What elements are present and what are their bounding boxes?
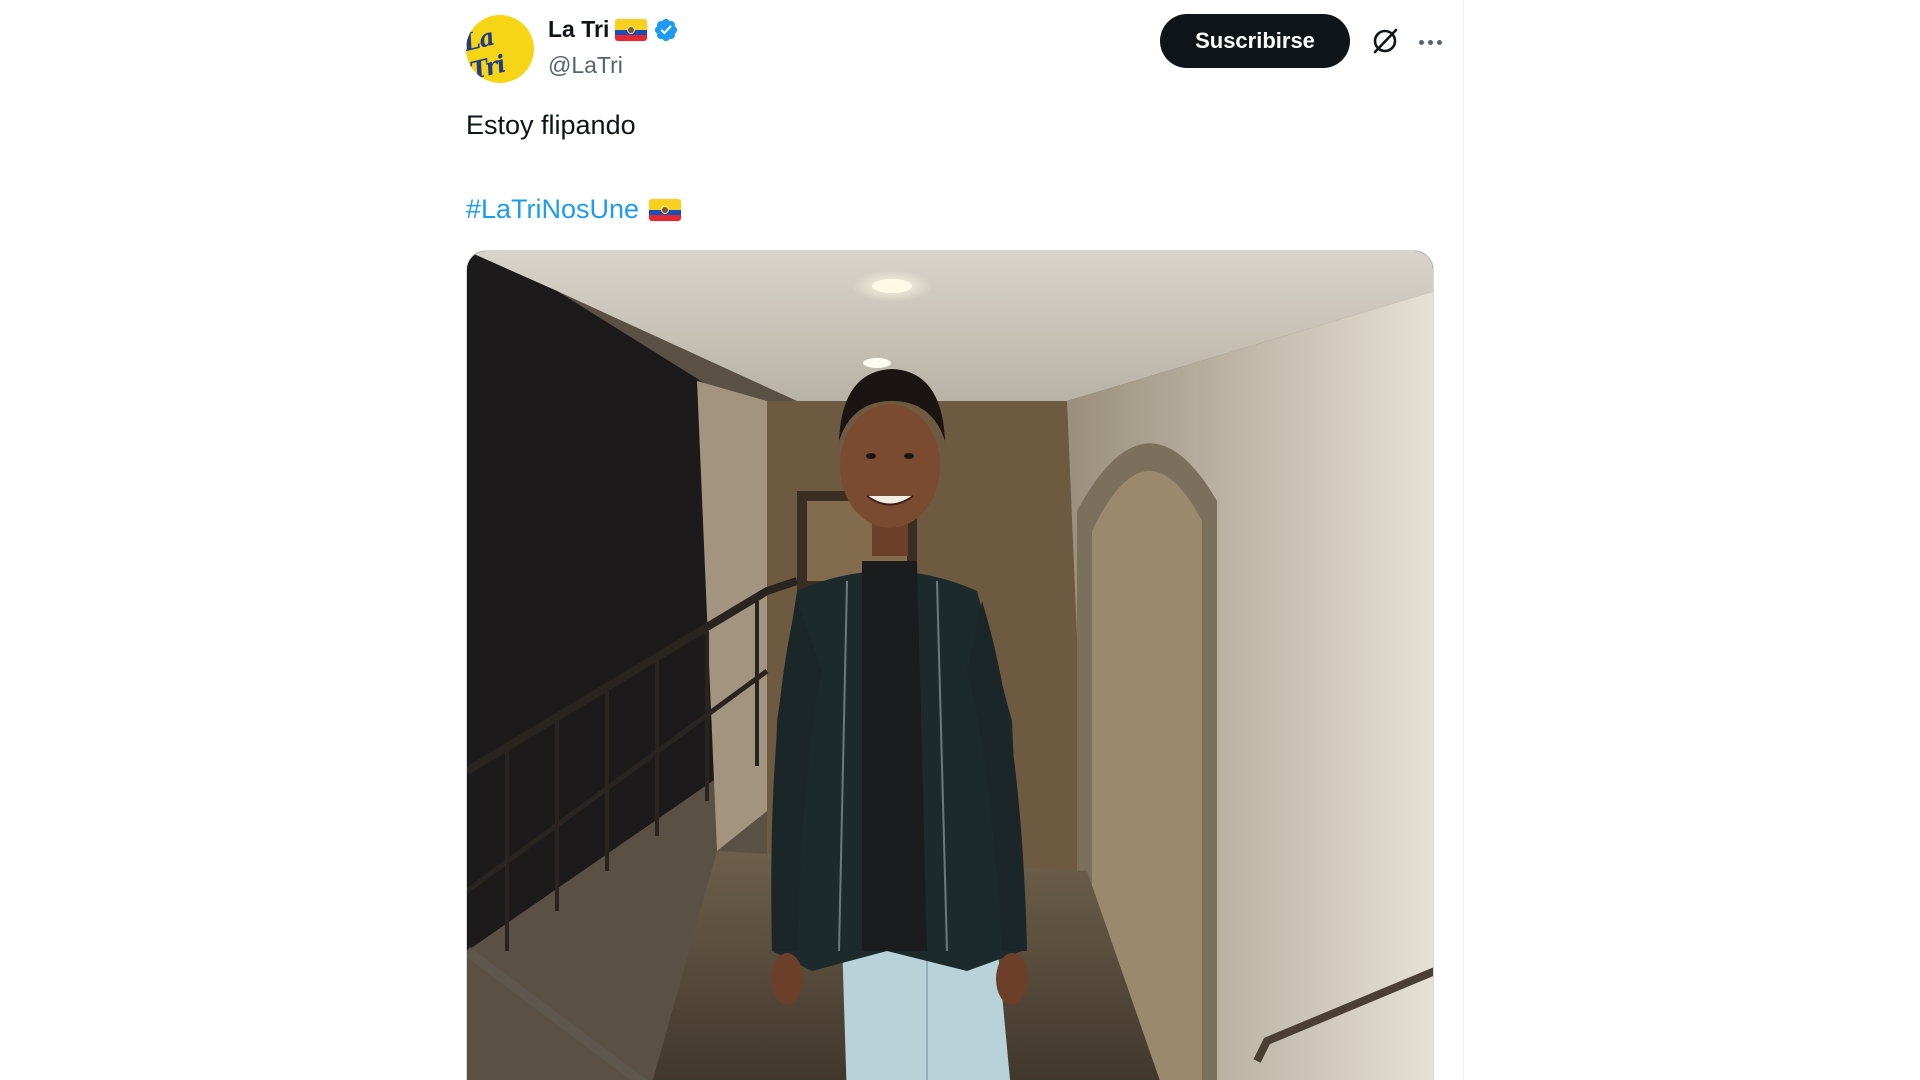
ecuador-flag-icon [615, 18, 648, 41]
more-options-icon[interactable] [1416, 28, 1444, 56]
hashtag-row: #LaTriNosUne [466, 194, 682, 225]
avatar-logo: La Tri [466, 21, 508, 83]
author-handle[interactable]: @LaTri [548, 52, 623, 79]
avatar[interactable]: La Tri [466, 15, 534, 83]
verified-badge-icon[interactable] [653, 17, 679, 43]
hashtag-link[interactable]: #LaTriNosUne [466, 194, 639, 225]
ecuador-flag-icon [649, 198, 682, 221]
subscribe-button[interactable]: Suscribirse [1160, 14, 1350, 68]
tweet-photo[interactable] [466, 250, 1434, 1080]
tweet-text: Estoy flipando [466, 110, 636, 140]
author-display-name[interactable]: La Tri [548, 16, 609, 43]
author-name-row: La Tri [548, 16, 679, 43]
grok-icon[interactable] [1370, 26, 1400, 56]
timeline-column-border [1463, 0, 1464, 1080]
photo-young-man-in-hallway [467, 251, 1433, 1080]
tweet[interactable]: La Tri La Tri @LaTri Suscribirse Estoy f… [466, 0, 1442, 1080]
